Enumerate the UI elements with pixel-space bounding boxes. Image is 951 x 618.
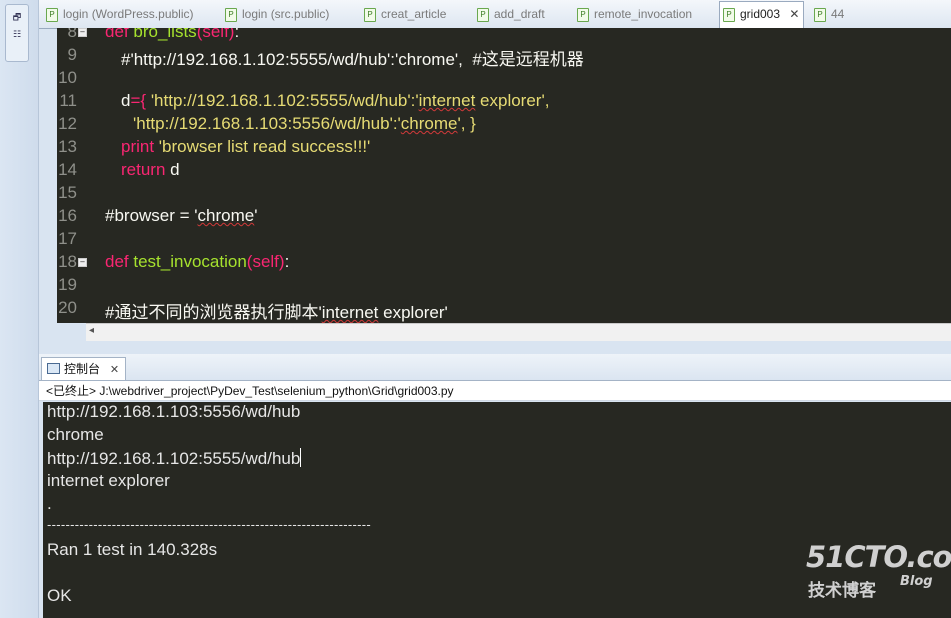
line-number: 8 <box>67 28 77 41</box>
fold-collapse-icon[interactable]: − <box>78 258 87 267</box>
python-file-icon: P <box>225 8 237 22</box>
python-file-icon: P <box>577 8 589 22</box>
line-number-gutter: 8 − 9 10 11 12 13 14 15 16 17 18 − 19 20 <box>57 28 87 323</box>
code-line: d={ 'http://192.168.1.102:5555/wd/hub':'… <box>121 91 550 110</box>
line-number: 17 <box>58 229 77 248</box>
close-icon[interactable]: ✕ <box>789 7 799 21</box>
tab-label: add_draft <box>494 7 545 21</box>
code-line: 'http://192.168.1.103:5556/wd/hub':'chro… <box>133 114 476 133</box>
console-icon <box>47 363 60 374</box>
line-number: 18 <box>58 252 77 271</box>
tab-login-wordpress[interactable]: P login (WordPress.public) <box>43 2 194 26</box>
left-trim-bar: 🗗 ☷ <box>0 0 39 618</box>
code-line: def bro_lists(self): <box>105 28 240 41</box>
line-number: 16 <box>58 206 77 225</box>
editor-tab-bar: P login (WordPress.public) P login (src.… <box>39 0 951 29</box>
python-file-icon: P <box>477 8 489 22</box>
python-file-icon: P <box>723 8 735 22</box>
console-line: chrome <box>47 425 104 444</box>
console-line: OK <box>47 586 72 605</box>
line-number: 11 <box>59 91 77 110</box>
line-number: 20 <box>58 298 77 317</box>
tab-login-src[interactable]: P login (src.public) <box>222 2 329 26</box>
code-line: return d <box>121 160 180 179</box>
tab-console[interactable]: 控制台 ✕ <box>41 357 127 380</box>
watermark-title: 51CTO.com <box>806 540 951 574</box>
line-number: 10 <box>58 68 77 87</box>
console-line: Ran 1 test in 140.328s <box>47 540 218 559</box>
fold-collapse-icon[interactable]: − <box>78 28 87 37</box>
line-number: 12 <box>58 114 77 133</box>
python-file-icon: P <box>46 8 58 22</box>
code-line: #通过不同的浏览器执行脚本'internet explorer' <box>105 303 448 322</box>
line-number: 19 <box>58 275 77 294</box>
watermark-logo: 51CTO.com 技术博客 Blog <box>806 540 951 604</box>
console-tab-bar: 控制台 ✕ <box>39 354 951 381</box>
console-line: internet explorer <box>47 471 170 490</box>
scroll-left-icon[interactable]: ◂ <box>89 325 94 336</box>
tab-label: login (src.public) <box>242 7 330 21</box>
line-number: 14 <box>58 160 77 179</box>
tab-remote-invocation[interactable]: P remote_invocation <box>574 2 692 26</box>
line-number: 9 <box>67 45 77 64</box>
outline-view-icon[interactable]: ☷ <box>11 30 23 41</box>
text-caret <box>300 448 302 467</box>
python-file-icon: P <box>814 8 826 22</box>
line-number: 15 <box>58 183 77 202</box>
code-editor[interactable]: 8 − 9 10 11 12 13 14 15 16 17 18 − 19 20… <box>57 28 951 323</box>
tab-label: creat_article <box>381 7 447 21</box>
console-line: http://192.168.1.102:5555/wd/hub <box>47 448 302 468</box>
tab-label: login (WordPress.public) <box>63 7 194 21</box>
tab-creat-article[interactable]: P creat_article <box>361 2 446 26</box>
panel-splitter[interactable] <box>39 341 951 354</box>
code-line: def test_invocation(self): <box>105 252 290 271</box>
watermark-blog: Blog <box>900 574 933 589</box>
code-line: #browser = 'chrome' <box>105 206 258 225</box>
watermark-subtitle: 技术博客 <box>808 581 876 601</box>
console-status: <已终止> J:\webdriver_project\PyDev_Test\se… <box>39 381 951 401</box>
horizontal-scrollbar[interactable]: ◂ <box>86 323 951 342</box>
tab-label: 44 <box>831 7 845 21</box>
minimized-view-stack[interactable]: 🗗 ☷ <box>5 4 29 62</box>
restore-icon[interactable]: 🗗 <box>11 13 23 24</box>
tab-44[interactable]: P 44 <box>811 2 844 26</box>
tab-grid003[interactable]: P grid003 ✕ <box>719 1 805 29</box>
code-line: #'http://192.168.1.102:5555/wd/hub':'chr… <box>121 50 584 69</box>
tab-label: remote_invocation <box>594 7 693 21</box>
console-tab-label: 控制台 <box>64 362 101 376</box>
close-icon[interactable]: ✕ <box>110 363 119 376</box>
line-number: 13 <box>58 137 77 156</box>
console-separator: ----------------------------------------… <box>47 517 372 532</box>
console-line: http://192.168.1.103:5556/wd/hub <box>47 402 301 421</box>
python-file-icon: P <box>364 8 376 22</box>
tab-label: grid003 <box>740 7 781 21</box>
console-line: . <box>47 494 52 513</box>
tab-add-draft[interactable]: P add_draft <box>474 2 545 26</box>
code-line: print 'browser list read success!!!' <box>121 137 371 156</box>
